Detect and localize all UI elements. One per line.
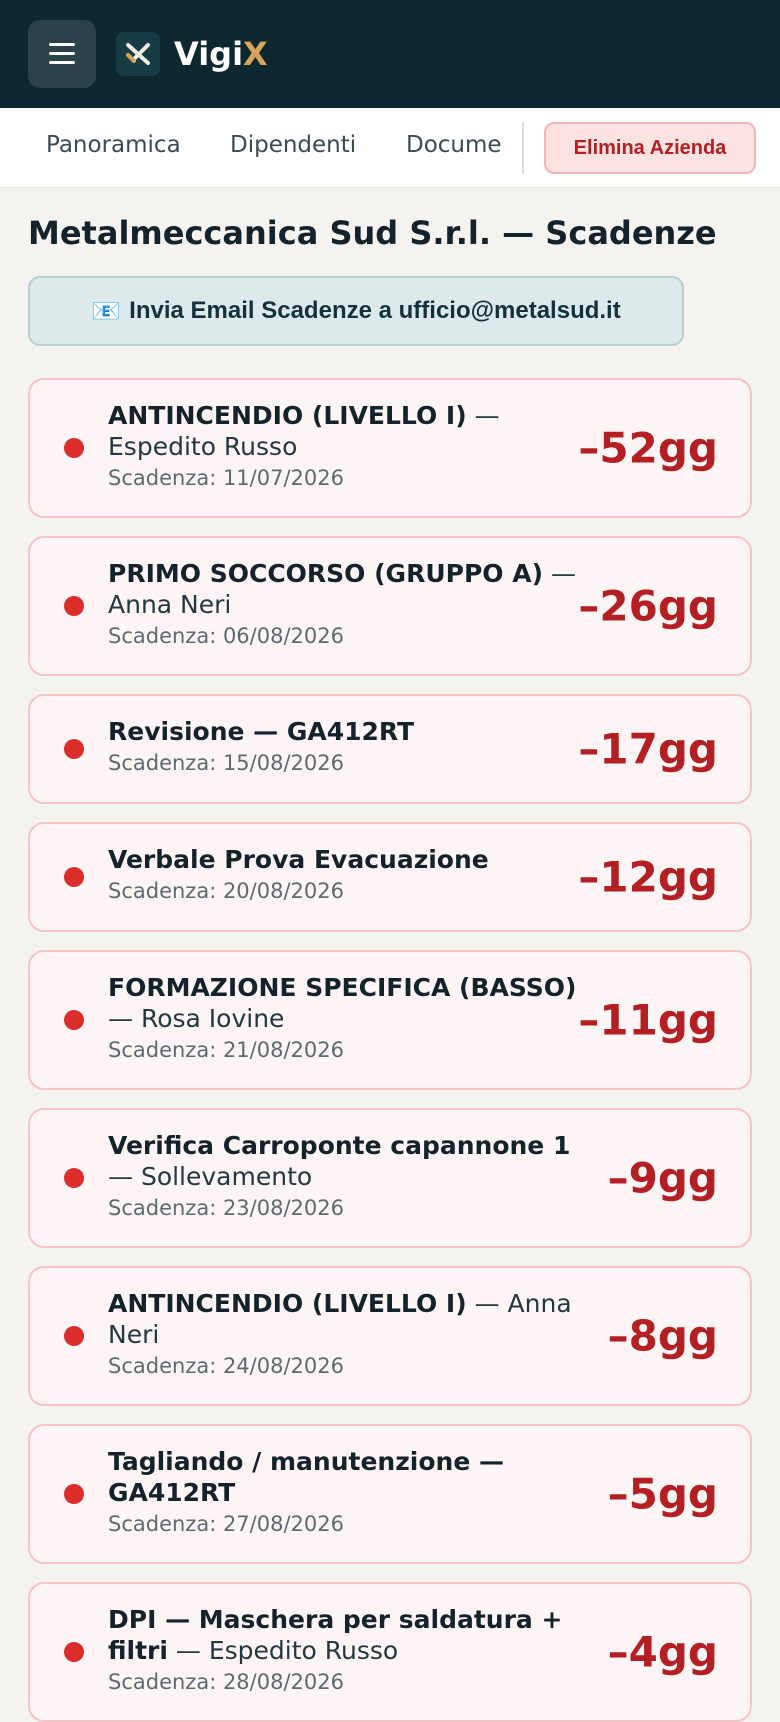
deadline-card[interactable]: Tagliando / manutenzione — GA412RT Scade… [28,1424,752,1564]
send-email-label: Invia Email Scadenze a ufficio@metalsud.… [129,297,621,324]
delete-company-button[interactable]: Elimina Azienda [544,122,756,174]
deadline-date: Scadenza: 11/07/2026 [108,466,344,490]
deadline-title: PRIMO SOCCORSO (GRUPPO A) [108,559,543,588]
hamburger-icon [49,43,75,65]
status-dot [64,739,84,759]
app-logo[interactable]: VigiX [116,32,268,76]
deadline-date: Scadenza: 28/08/2026 [108,1670,344,1694]
status-dot [64,1484,84,1504]
deadline-title: Verifica Carroponte capannone 1 [108,1131,571,1160]
tab-divider [522,122,524,174]
tab-bar: Panoramica Dipendenti Docume Elimina Azi… [0,108,780,188]
days-remaining: –12gg [578,852,718,902]
tab-dipendenti[interactable]: Dipendenti [230,132,356,158]
deadline-title: ANTINCENDIO (LIVELLO I) [108,1289,467,1318]
deadline-date: Scadenza: 24/08/2026 [108,1354,344,1378]
vigix-logo-icon [116,32,160,76]
deadline-date: Scadenza: 21/08/2026 [108,1038,344,1062]
deadline-card[interactable]: ANTINCENDIO (LIVELLO I) — Espedito Russo… [28,378,752,518]
top-bar: VigiX [0,0,780,108]
deadline-title: FORMAZIONE SPECIFICA (BASSO) [108,973,577,1002]
page-title: Metalmeccanica Sud S.r.l. — Scadenze [28,214,717,252]
app-name: VigiX [174,35,268,73]
deadline-card[interactable]: Verbale Prova Evacuazione Scadenza: 20/0… [28,822,752,932]
deadline-card[interactable]: Verifica Carroponte capannone 1 — Sollev… [28,1108,752,1248]
deadline-title: Verbale Prova Evacuazione [108,845,489,874]
days-remaining: –4gg [607,1627,718,1677]
status-dot [64,438,84,458]
days-remaining: –5gg [607,1469,718,1519]
status-dot [64,1642,84,1662]
days-remaining: –17gg [578,724,718,774]
deadline-card[interactable]: PRIMO SOCCORSO (GRUPPO A) — Anna Neri Sc… [28,536,752,676]
deadline-card[interactable]: ANTINCENDIO (LIVELLO I) — Anna Neri Scad… [28,1266,752,1406]
deadline-date: Scadenza: 15/08/2026 [108,751,344,775]
status-dot [64,1168,84,1188]
days-remaining: –52gg [578,423,718,473]
deadline-date: Scadenza: 23/08/2026 [108,1196,344,1220]
deadline-title: ANTINCENDIO (LIVELLO I) [108,401,467,430]
deadline-date: Scadenza: 20/08/2026 [108,879,344,903]
deadline-title: Tagliando / manutenzione — GA412RT [108,1447,504,1507]
deadline-title: Revisione — GA412RT [108,717,415,746]
deadline-card[interactable]: Revisione — GA412RT Scadenza: 15/08/2026… [28,694,752,804]
days-remaining: –9gg [607,1153,718,1203]
deadline-date: Scadenza: 06/08/2026 [108,624,344,648]
deadline-subject: — Rosa Iovine [108,1004,285,1033]
tab-list: Panoramica Dipendenti Docume [0,108,504,188]
tab-documenti[interactable]: Docume [406,132,502,158]
status-dot [64,867,84,887]
status-dot [64,1010,84,1030]
deadline-subject: — Espedito Russo [175,1636,399,1665]
email-icon: 📧 [91,297,122,325]
status-dot [64,1326,84,1346]
tab-panoramica[interactable]: Panoramica [46,132,181,158]
deadline-card[interactable]: FORMAZIONE SPECIFICA (BASSO) — Rosa Iovi… [28,950,752,1090]
deadline-subject: — Sollevamento [108,1162,313,1191]
deadline-card[interactable]: DPI — Maschera per saldatura + filtri — … [28,1582,752,1722]
days-remaining: –11gg [578,995,718,1045]
status-dot [64,596,84,616]
days-remaining: –26gg [578,581,718,631]
send-email-button[interactable]: 📧 Invia Email Scadenze a ufficio@metalsu… [28,276,684,346]
deadline-date: Scadenza: 27/08/2026 [108,1512,344,1536]
days-remaining: –8gg [607,1311,718,1361]
menu-button[interactable] [28,20,96,88]
